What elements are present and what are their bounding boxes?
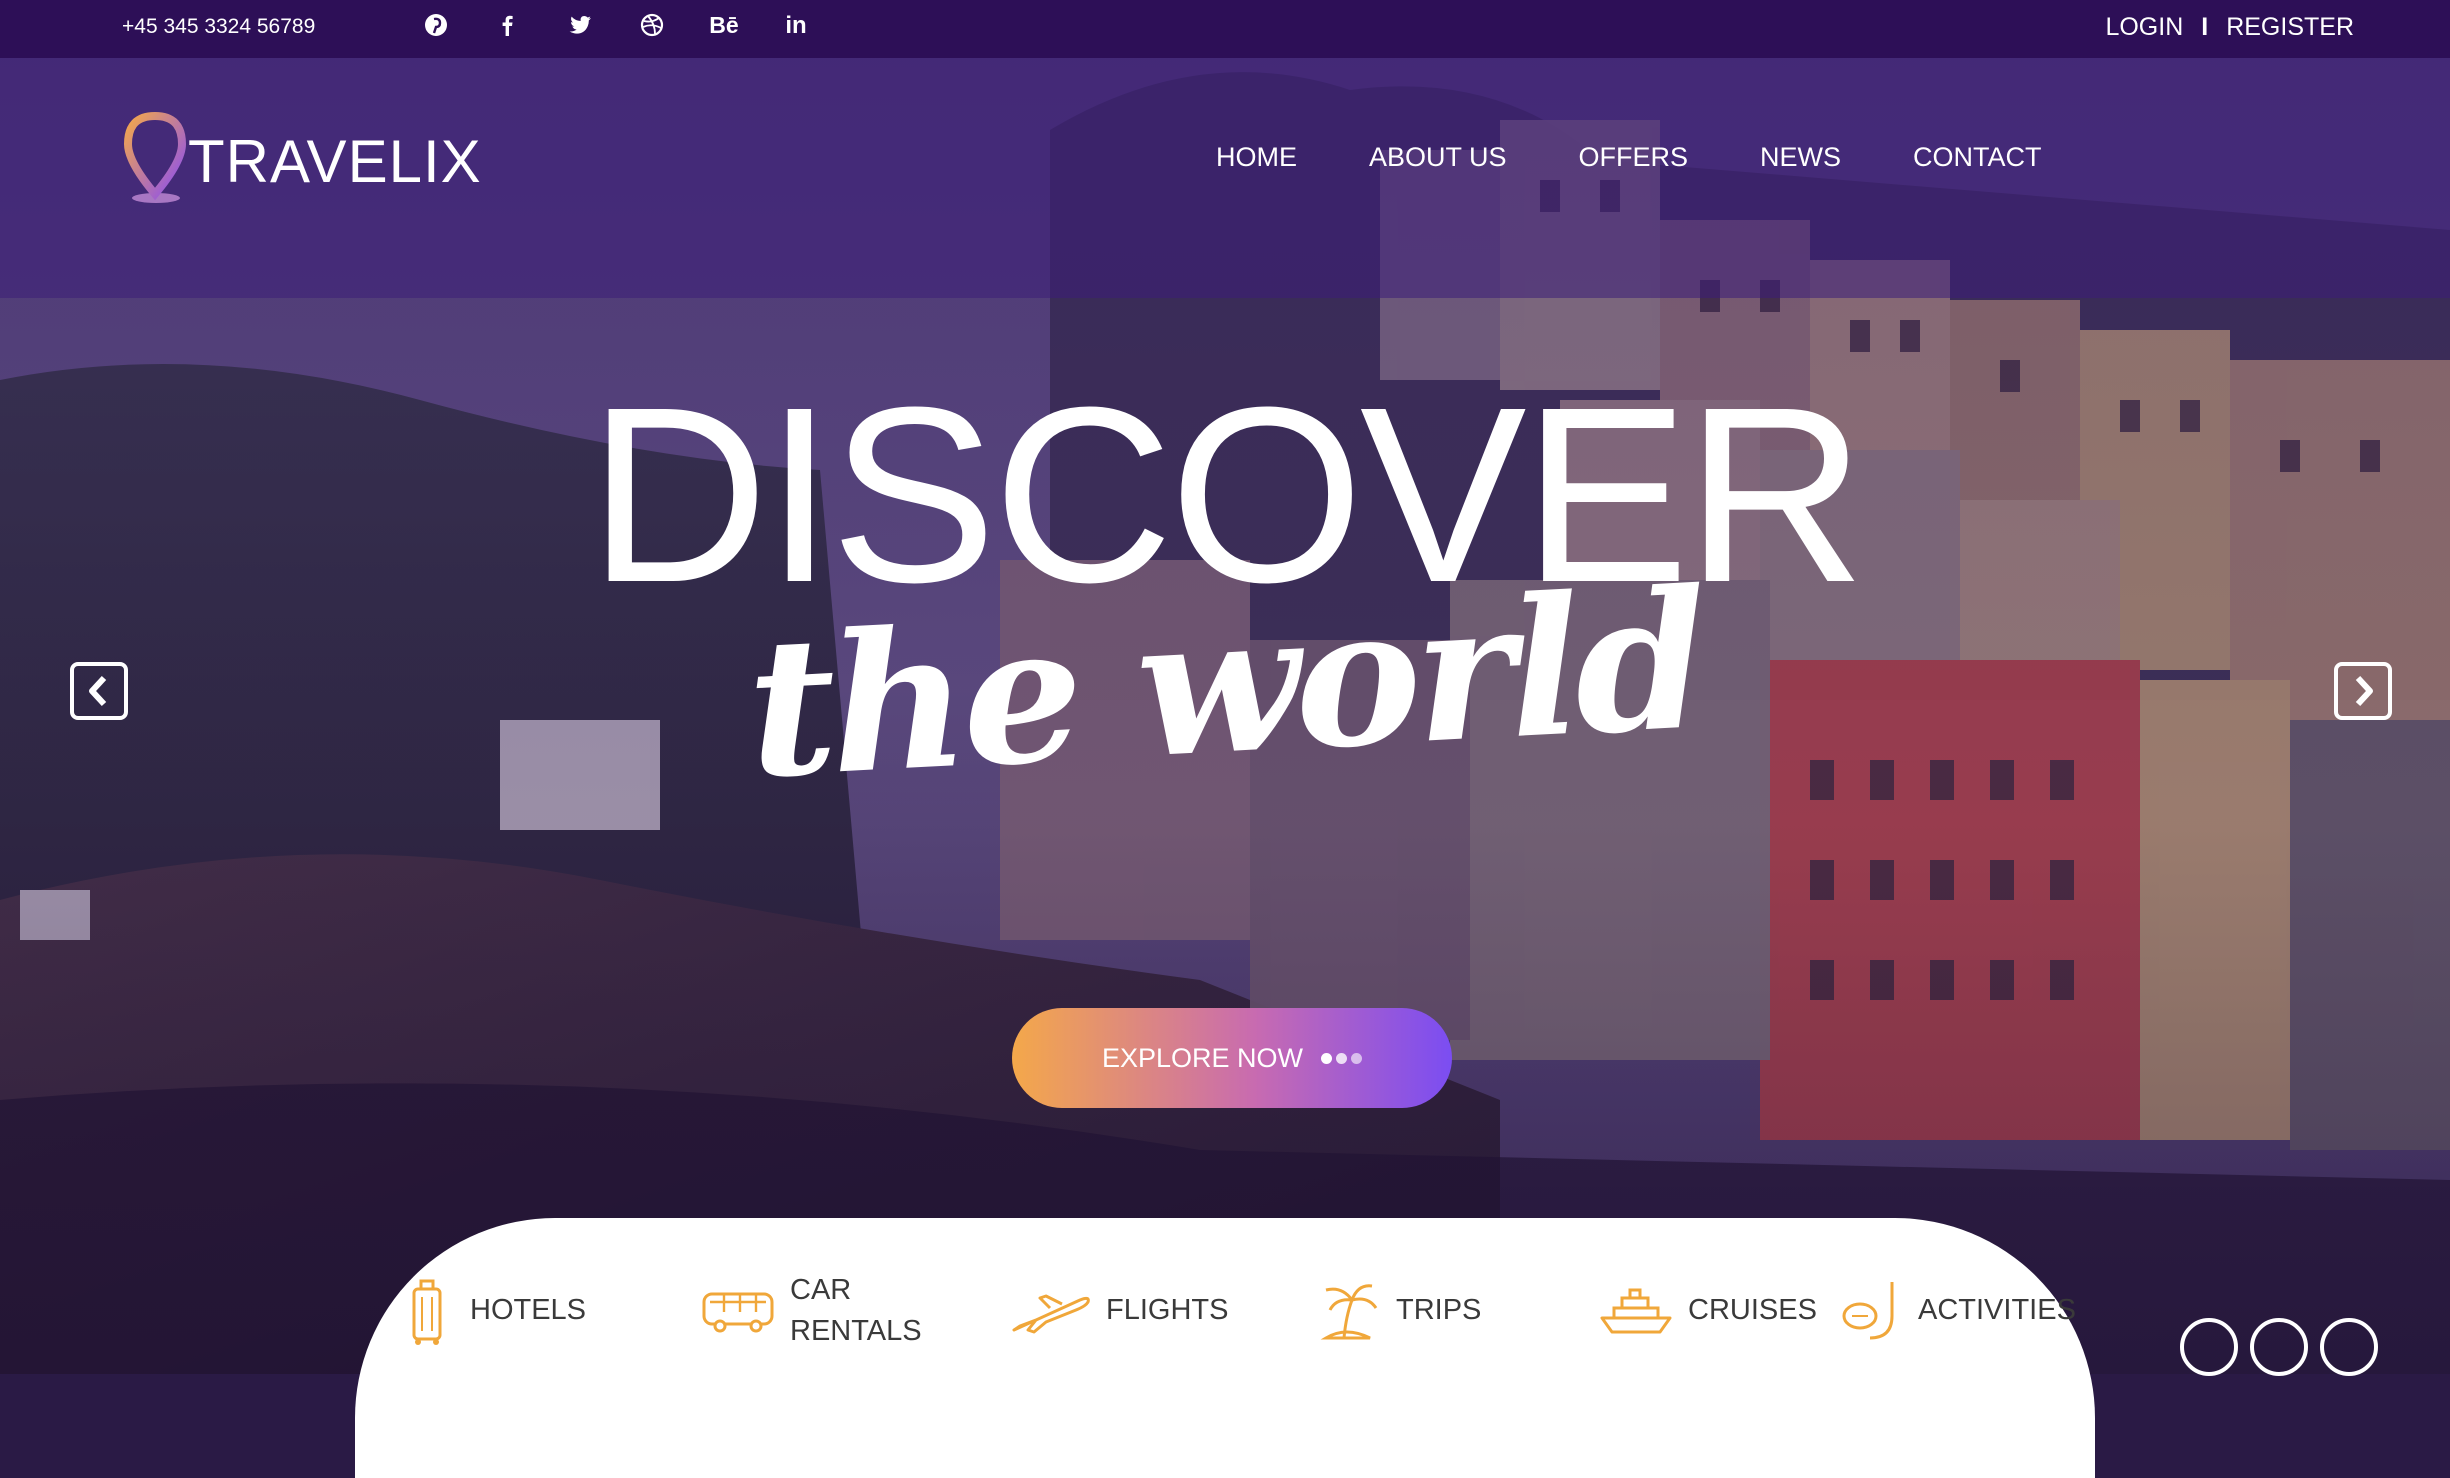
main-header: TRAVELIX HOME ABOUT US OFFERS NEWS CONTA… <box>0 58 2450 298</box>
main-nav: HOME ABOUT US OFFERS NEWS CONTACT <box>1216 142 2042 173</box>
logo[interactable]: TRAVELIX <box>120 110 482 208</box>
tab-car-rentals[interactable]: CAR RENTALS <box>700 1270 1010 1351</box>
nav-home[interactable]: HOME <box>1216 142 1297 173</box>
tab-trips-label: TRIPS <box>1396 1294 1482 1327</box>
dots-icon <box>1321 1052 1363 1064</box>
tab-car-rentals-label: CAR RENTALS <box>790 1274 922 1347</box>
nav-news[interactable]: NEWS <box>1760 142 1841 173</box>
social-links: Bē in <box>400 12 832 45</box>
explore-now-button[interactable]: EXPLORE NOW <box>1012 1008 1452 1108</box>
bus-icon <box>702 1292 774 1333</box>
twitter-icon[interactable] <box>544 12 616 45</box>
tab-cruises-label: CRUISES <box>1688 1294 1817 1327</box>
carousel-dot[interactable] <box>2180 1318 2238 1376</box>
airplane-icon <box>1012 1294 1090 1334</box>
chevron-right-icon <box>2355 675 2373 707</box>
dribbble-icon[interactable] <box>616 12 688 45</box>
top-bar: +45 345 3324 56789 Bē in LOGIN I REGISTE… <box>0 0 2450 58</box>
search-tabs: HOTELS CAR RENTALS FLIGHTS TRIPS CRUISES <box>400 1270 2098 1351</box>
map-pin-icon <box>123 111 187 203</box>
auth-links: LOGIN I REGISTER <box>2105 13 2354 42</box>
explore-now-label: EXPLORE NOW <box>1101 1042 1304 1073</box>
snorkel-icon <box>1842 1281 1894 1340</box>
suitcase-icon <box>412 1279 442 1345</box>
behance-icon[interactable]: Bē <box>688 12 760 45</box>
tab-activities[interactable]: ACTIVITIES <box>1838 1278 2098 1344</box>
facebook-icon[interactable] <box>472 12 544 45</box>
tab-hotels[interactable]: HOTELS <box>400 1275 700 1347</box>
auth-separator: I <box>2201 13 2209 41</box>
pinterest-icon[interactable] <box>400 12 472 45</box>
nav-contact[interactable]: CONTACT <box>1913 142 2042 173</box>
tab-flights-label: FLIGHTS <box>1106 1294 1229 1327</box>
linkedin-icon[interactable]: in <box>760 12 832 45</box>
tab-cruises[interactable]: CRUISES <box>1598 1284 1838 1338</box>
carousel-dots <box>2180 1318 2378 1376</box>
tab-hotels-label: HOTELS <box>470 1294 587 1327</box>
chevron-left-icon <box>89 675 107 707</box>
logo-text: TRAVELIX <box>188 127 482 195</box>
tab-trips[interactable]: TRIPS <box>1312 1276 1598 1346</box>
palm-island-icon <box>1320 1283 1378 1340</box>
login-link[interactable]: LOGIN <box>2105 13 2183 42</box>
nav-offers[interactable]: OFFERS <box>1579 142 1689 173</box>
nav-about-us[interactable]: ABOUT US <box>1369 142 1507 173</box>
tab-activities-label: ACTIVITIES <box>1918 1294 2076 1327</box>
slider-next-button[interactable] <box>2334 662 2392 720</box>
carousel-dot[interactable] <box>2320 1318 2378 1376</box>
phone-number: +45 345 3324 56789 <box>122 15 316 38</box>
register-link[interactable]: REGISTER <box>2226 13 2354 42</box>
carousel-dot[interactable] <box>2250 1318 2308 1376</box>
slider-prev-button[interactable] <box>70 662 128 720</box>
ship-icon <box>1600 1288 1672 1334</box>
tab-flights[interactable]: FLIGHTS <box>1010 1286 1312 1336</box>
